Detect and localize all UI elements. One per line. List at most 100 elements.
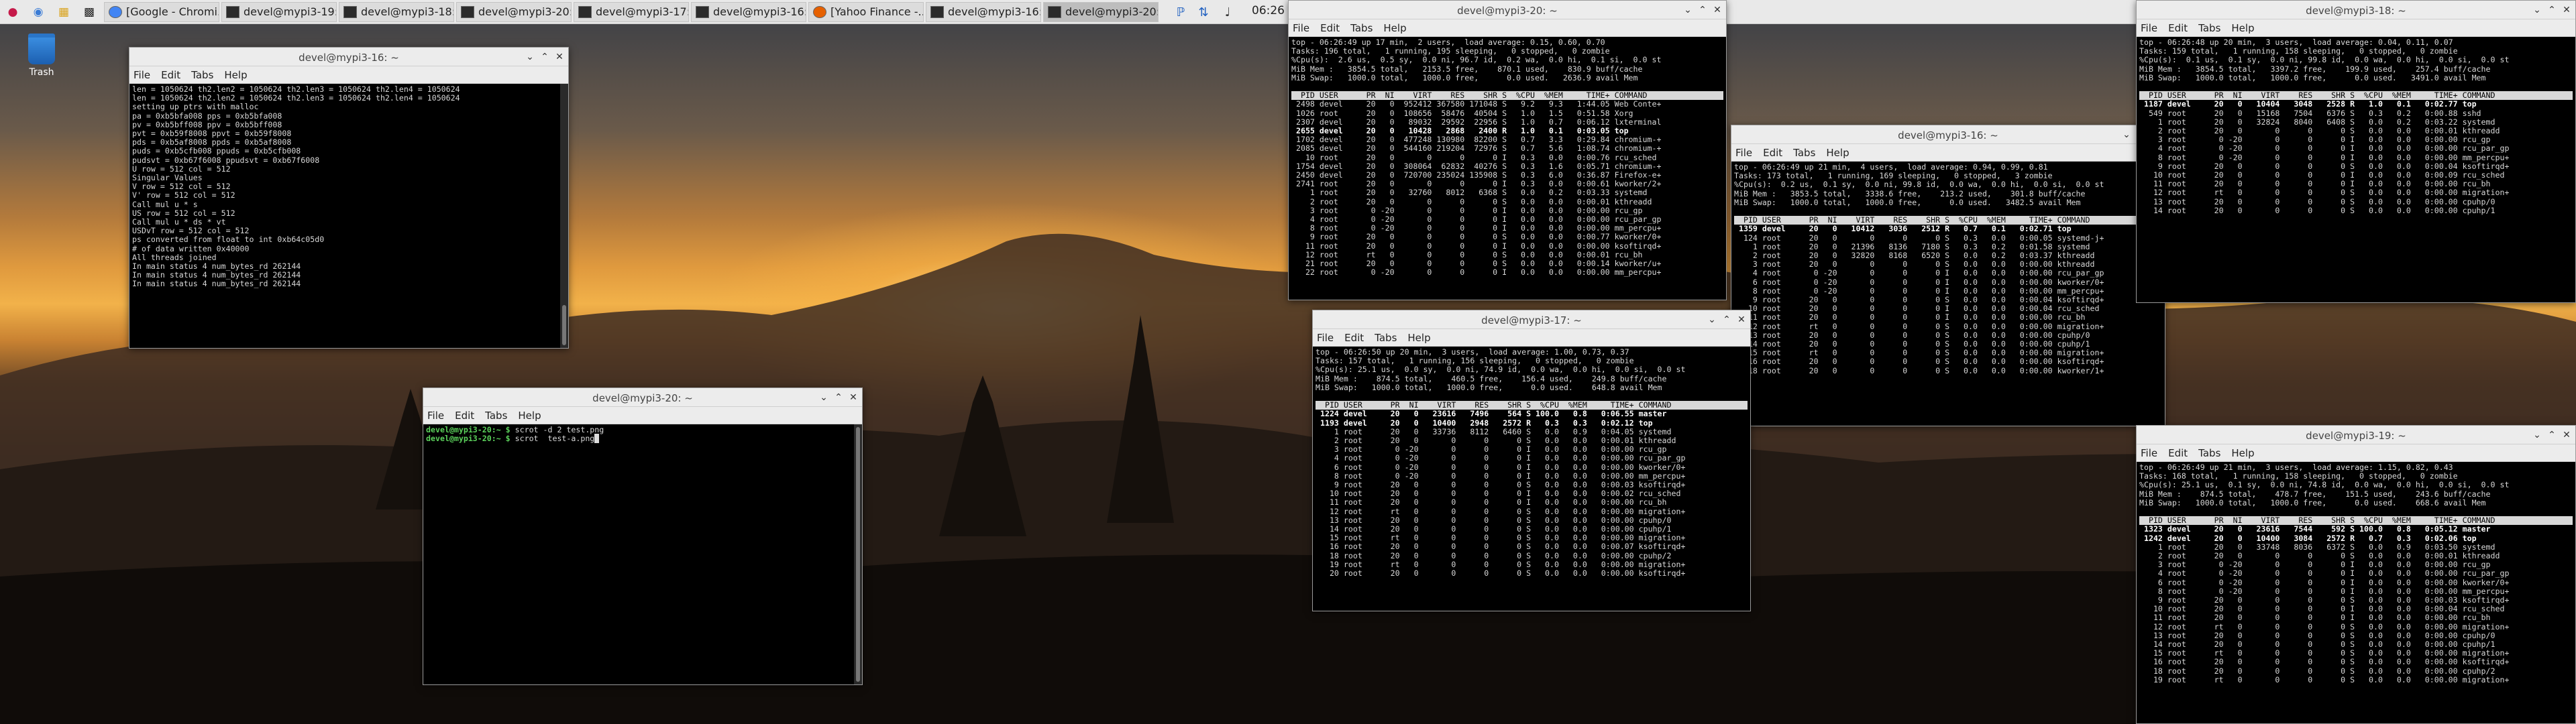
top-output[interactable]: top - 06:26:49 up 17 min, 2 users, load … <box>1289 37 1726 300</box>
browser-launcher-icon[interactable]: ◉ <box>29 3 48 21</box>
maximize-icon[interactable]: ⌃ <box>539 51 551 63</box>
menubar: File Edit Tabs Help <box>2137 444 2575 462</box>
network-icon[interactable]: ⇅ <box>1194 3 1213 21</box>
process-row: 14 root 20 0 0 0 0 S 0.0 0.0 0:00.00 cpu… <box>2139 205 2496 215</box>
menu-edit[interactable]: Edit <box>1320 22 1340 34</box>
menu-file[interactable]: File <box>1317 332 1334 344</box>
menu-help[interactable]: Help <box>1383 22 1406 34</box>
task-chromium[interactable]: [Google - Chromi... <box>104 1 219 22</box>
maximize-icon[interactable]: ⌃ <box>833 391 845 404</box>
raspberry-menu-icon[interactable]: ● <box>3 3 22 21</box>
menu-help[interactable]: Help <box>224 69 247 81</box>
menu-file[interactable]: File <box>1735 147 1752 159</box>
window-titlebar[interactable]: devel@mypi3-16: ~ ⌄ ⌃ ✕ <box>129 48 568 66</box>
menu-help[interactable]: Help <box>2231 22 2254 34</box>
process-row: 4 root 0 -20 0 0 0 I 0.0 0.0 0:00.00 rcu… <box>2139 143 2510 154</box>
file-manager-icon[interactable]: ▦ <box>54 3 73 21</box>
cursor <box>594 434 600 444</box>
chromium-icon <box>109 5 122 18</box>
window-titlebar[interactable]: devel@mypi3-19: ~ ⌄ ⌃ ✕ <box>2137 426 2575 444</box>
task-terminal-18[interactable]: devel@mypi3-18:... <box>339 1 454 22</box>
window-titlebar[interactable]: devel@mypi3-17: ~ ⌄ ⌃ ✕ <box>1313 310 1750 329</box>
close-icon[interactable]: ✕ <box>2561 4 2573 16</box>
task-terminal-20[interactable]: devel@mypi3-20:... <box>456 1 572 22</box>
top-summary-line: %Cpu(s): 25.1 us, 0.0 sy, 0.0 ni, 74.9 i… <box>1316 365 1686 375</box>
minimize-icon[interactable]: ⌄ <box>1706 314 1718 326</box>
close-icon[interactable]: ✕ <box>2561 429 2573 441</box>
terminal-launcher-icon[interactable]: ▩ <box>80 3 99 21</box>
task-terminal-17[interactable]: devel@mypi3-17:... <box>574 1 689 22</box>
maximize-icon[interactable]: ⌃ <box>2546 4 2558 16</box>
menu-help[interactable]: Help <box>2231 447 2254 459</box>
menu-edit[interactable]: Edit <box>1763 147 1782 159</box>
task-terminal-16b[interactable]: devel@mypi3-16:... <box>926 1 1041 22</box>
maximize-icon[interactable]: ⌃ <box>2546 429 2558 441</box>
menu-tabs[interactable]: Tabs <box>1793 147 1815 159</box>
terminal-icon <box>578 5 592 18</box>
menu-file[interactable]: File <box>2141 22 2157 34</box>
menu-tabs[interactable]: Tabs <box>485 410 507 422</box>
clock[interactable]: 06:26 <box>1252 4 1285 17</box>
minimize-icon[interactable]: ⌄ <box>2531 4 2543 16</box>
menu-file[interactable]: File <box>427 410 444 422</box>
maximize-icon[interactable]: ⌃ <box>1697 4 1709 16</box>
minimize-icon[interactable]: ⌄ <box>2531 429 2543 441</box>
menu-edit[interactable]: Edit <box>2168 447 2188 459</box>
task-terminal-16[interactable]: devel@mypi3-16:... <box>691 1 806 22</box>
top-output[interactable]: top - 06:26:49 up 21 min, 4 users, load … <box>1731 162 2165 426</box>
close-icon[interactable]: ✕ <box>847 391 859 404</box>
menu-tabs[interactable]: Tabs <box>2198 447 2220 459</box>
scrollbar[interactable] <box>854 424 862 684</box>
menu-tabs[interactable]: Tabs <box>191 69 213 81</box>
trash-icon <box>28 34 55 64</box>
terminal-output[interactable]: devel@mypi3-20:~ $ scrot -d 2 test.png d… <box>423 424 862 684</box>
menu-tabs[interactable]: Tabs <box>2198 22 2220 34</box>
window-titlebar[interactable]: devel@mypi3-16: ~ ⌄ ⌃ ✕ <box>1731 125 2165 144</box>
terminal-line: Call mul u * s <box>132 199 198 209</box>
process-row: 1323 devel 20 0 23616 7544 592 S 100.0 0… <box>2139 524 2491 534</box>
volume-icon[interactable]: ♩ <box>1218 3 1237 21</box>
menu-edit[interactable]: Edit <box>1344 332 1364 344</box>
task-firefox[interactable]: [Yahoo Finance -... <box>808 1 924 22</box>
menu-help[interactable]: Help <box>1407 332 1430 344</box>
close-icon[interactable]: ✕ <box>1711 4 1723 16</box>
task-terminal-20b[interactable]: devel@mypi3-20:... <box>1043 1 1159 22</box>
menu-edit[interactable]: Edit <box>161 69 180 81</box>
menu-help[interactable]: Help <box>518 410 541 422</box>
top-output[interactable]: top - 06:26:50 up 20 min, 3 users, load … <box>1313 347 1750 611</box>
menu-help[interactable]: Help <box>1826 147 1849 159</box>
minimize-icon[interactable]: ⌄ <box>818 391 830 404</box>
trash-desktop-icon[interactable]: Trash <box>21 34 62 78</box>
menu-edit[interactable]: Edit <box>2168 22 2188 34</box>
top-summary-line: MiB Mem : 3854.5 total, 2153.5 free, 870… <box>1291 64 1643 74</box>
close-icon[interactable]: ✕ <box>553 51 566 63</box>
window-titlebar[interactable]: devel@mypi3-20: ~ ⌄ ⌃ ✕ <box>1289 1 1726 19</box>
menu-edit[interactable]: Edit <box>455 410 474 422</box>
window-titlebar[interactable]: devel@mypi3-18: ~ ⌄ ⌃ ✕ <box>2137 1 2575 19</box>
process-row: 8 root 0 -20 0 0 0 I 0.0 0.0 0:00.00 mm_… <box>2139 152 2510 162</box>
minimize-icon[interactable]: ⌄ <box>2121 129 2133 141</box>
top-summary-line: MiB Mem : 3853.5 total, 3338.6 free, 213… <box>1734 188 2086 198</box>
process-row: 18 root 20 0 0 0 0 S 0.0 0.0 0:00.00 cpu… <box>1316 550 1672 560</box>
bluetooth-icon[interactable]: ℙ <box>1173 3 1189 21</box>
scrollbar[interactable] <box>560 84 568 348</box>
top-output[interactable]: top - 06:26:49 up 21 min, 3 users, load … <box>2137 462 2575 723</box>
process-row: 4 root 0 -20 0 0 0 I 0.0 0.0 0:00.00 rcu… <box>1734 268 2104 278</box>
menu-file[interactable]: File <box>2141 447 2157 459</box>
task-terminal-19[interactable]: devel@mypi3-19:... <box>221 1 337 22</box>
menu-file[interactable]: File <box>133 69 150 81</box>
maximize-icon[interactable]: ⌃ <box>1721 314 1733 326</box>
minimize-icon[interactable]: ⌄ <box>1682 4 1694 16</box>
top-output[interactable]: top - 06:26:48 up 20 min, 3 users, load … <box>2137 37 2575 302</box>
trash-label: Trash <box>29 67 54 78</box>
process-row: 16 root 20 0 0 0 0 S 0.0 0.0 0:00.00 kso… <box>2139 657 2510 667</box>
top-window-20: devel@mypi3-20: ~ ⌄ ⌃ ✕ File Edit Tabs H… <box>1288 0 1727 300</box>
window-titlebar[interactable]: devel@mypi3-20: ~ ⌄ ⌃ ✕ <box>423 388 862 407</box>
window-title: devel@mypi3-20: ~ <box>592 392 693 404</box>
terminal-output[interactable]: len = 1050624 th2.len2 = 1050624 th2.len… <box>129 84 568 348</box>
close-icon[interactable]: ✕ <box>1735 314 1748 326</box>
menu-file[interactable]: File <box>1293 22 1309 34</box>
menu-tabs[interactable]: Tabs <box>1350 22 1373 34</box>
minimize-icon[interactable]: ⌄ <box>524 51 536 63</box>
menu-tabs[interactable]: Tabs <box>1375 332 1397 344</box>
